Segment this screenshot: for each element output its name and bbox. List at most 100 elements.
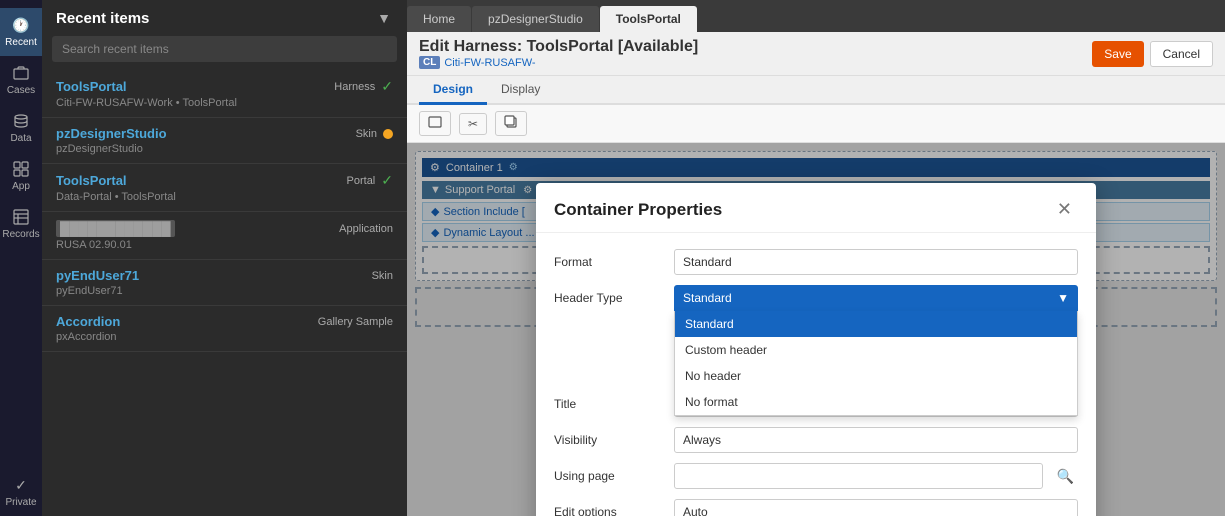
visibility-label: Visibility bbox=[554, 433, 664, 447]
header-type-row: Header Type Standard ▼ Standard Custom h… bbox=[554, 285, 1078, 311]
dropdown-arrow: ▼ bbox=[1057, 291, 1069, 305]
sidebar-item-label: Private bbox=[5, 497, 36, 508]
cl-badge: CL bbox=[419, 56, 440, 69]
edit-header: Edit Harness: ToolsPortal [Available] CL… bbox=[407, 32, 1225, 76]
save-button[interactable]: Save bbox=[1092, 41, 1143, 67]
modal-header: Container Properties ✕ bbox=[536, 183, 1096, 233]
recent-search-container bbox=[52, 36, 397, 62]
format-label: Format bbox=[554, 255, 664, 269]
status-icon: ✓ bbox=[381, 78, 393, 95]
sidebar-icons: 🕐 Recent Cases Data App Records ✓ Privat… bbox=[0, 0, 42, 516]
sidebar-item-app[interactable]: App bbox=[0, 152, 42, 200]
option-standard[interactable]: Standard bbox=[675, 311, 1077, 337]
list-item[interactable]: pyEndUser71 Skin pyEndUser71 bbox=[42, 260, 407, 306]
pin-button[interactable]: ▼ bbox=[373, 8, 395, 28]
toolbar-btn-copy[interactable] bbox=[495, 111, 527, 136]
item-sub: RUSA 02.90.01 bbox=[56, 239, 393, 251]
main-area: Home pzDesignerStudio ToolsPortal Edit H… bbox=[407, 0, 1225, 516]
recent-header: Recent items ▼ bbox=[42, 0, 407, 32]
header-type-value: Standard bbox=[683, 291, 732, 305]
option-no-header[interactable]: No header bbox=[675, 363, 1077, 389]
cancel-button[interactable]: Cancel bbox=[1150, 41, 1213, 67]
item-type: Skin bbox=[372, 270, 393, 282]
sidebar-item-private[interactable]: ✓ Private bbox=[0, 468, 42, 516]
format-select[interactable]: Standard Custom header No header No form… bbox=[674, 249, 1078, 275]
records-icon bbox=[12, 208, 30, 226]
header-type-label: Header Type bbox=[554, 291, 664, 305]
sidebar-item-cases[interactable]: Cases bbox=[0, 56, 42, 104]
edit-options-select-container: Auto Read only Editable bbox=[674, 499, 1078, 516]
container-properties-modal: Container Properties ✕ Format Standard C… bbox=[536, 183, 1096, 516]
canvas-area: ⚙ Container 1 ⚙ ▼ Support Portal ⚙ ◆ Sec… bbox=[407, 143, 1225, 516]
header-type-dropdown: Standard Custom header No header No form… bbox=[674, 311, 1078, 416]
recent-panel: Recent items ▼ ToolsPortal Harness ✓ Cit… bbox=[42, 0, 407, 516]
tab-design[interactable]: Design bbox=[419, 76, 487, 105]
visibility-row: Visibility Always Condition Never bbox=[554, 427, 1078, 453]
tab-bar: Home pzDesignerStudio ToolsPortal bbox=[407, 0, 1225, 32]
list-item[interactable]: ToolsPortal Portal ✓ Data-Portal • Tools… bbox=[42, 164, 407, 212]
title-label: Title bbox=[554, 397, 664, 411]
cases-icon bbox=[12, 64, 30, 82]
list-item[interactable]: pzDesignerStudio Skin pzDesignerStudio bbox=[42, 118, 407, 164]
item-type: Gallery Sample bbox=[318, 316, 393, 328]
item-type: Harness bbox=[334, 81, 375, 93]
tab-display[interactable]: Display bbox=[487, 76, 554, 105]
recent-title: Recent items bbox=[56, 10, 149, 27]
sidebar-item-label: Data bbox=[10, 133, 31, 144]
sidebar-item-label: App bbox=[12, 181, 30, 192]
item-type: Skin bbox=[356, 128, 377, 140]
design-toolbar: ✂ bbox=[407, 105, 1225, 143]
sidebar-item-label: Records bbox=[2, 229, 39, 240]
header-type-selected[interactable]: Standard ▼ bbox=[674, 285, 1078, 311]
recent-icon: 🕐 bbox=[12, 16, 30, 34]
list-item[interactable]: ████████████ Application RUSA 02.90.01 bbox=[42, 212, 407, 260]
edit-header-sub: CL Citi-FW-RUSAFW- bbox=[419, 56, 698, 69]
using-page-row: Using page 🔍 bbox=[554, 463, 1078, 489]
item-sub: pzDesignerStudio bbox=[56, 143, 393, 155]
list-item[interactable]: ToolsPortal Harness ✓ Citi-FW-RUSAFW-Wor… bbox=[42, 70, 407, 118]
format-select-container: Standard Custom header No header No form… bbox=[674, 249, 1078, 275]
tab-home[interactable]: Home bbox=[407, 6, 471, 32]
toolbar-btn-cut[interactable]: ✂ bbox=[459, 113, 487, 135]
edit-options-select[interactable]: Auto Read only Editable bbox=[674, 499, 1078, 516]
toolbar-btn-view[interactable] bbox=[419, 111, 451, 136]
status-dot bbox=[383, 129, 393, 139]
option-custom-header[interactable]: Custom header bbox=[675, 337, 1077, 363]
data-icon bbox=[12, 112, 30, 130]
modal-title: Container Properties bbox=[554, 200, 722, 220]
tab-toolsportal[interactable]: ToolsPortal bbox=[600, 6, 697, 32]
using-page-search-button[interactable]: 🔍 bbox=[1053, 466, 1078, 487]
search-input[interactable] bbox=[52, 36, 397, 62]
item-name: ToolsPortal bbox=[56, 79, 127, 94]
list-item[interactable]: Accordion Gallery Sample pxAccordion bbox=[42, 306, 407, 352]
private-icon: ✓ bbox=[12, 476, 30, 494]
item-name: ToolsPortal bbox=[56, 173, 127, 188]
status-icon: ✓ bbox=[381, 172, 393, 189]
using-page-label: Using page bbox=[554, 469, 664, 483]
sub-tabs: Design Display bbox=[407, 76, 1225, 105]
sidebar-item-label: Cases bbox=[7, 85, 35, 96]
sidebar-item-label: Recent bbox=[5, 37, 37, 48]
item-type: Application bbox=[339, 223, 393, 235]
edit-header-subtext: Citi-FW-RUSAFW- bbox=[444, 57, 535, 69]
modal-overlay: Container Properties ✕ Format Standard C… bbox=[407, 143, 1225, 516]
visibility-select-container: Always Condition Never bbox=[674, 427, 1078, 453]
item-sub: pxAccordion bbox=[56, 331, 393, 343]
sidebar-item-recent[interactable]: 🕐 Recent bbox=[0, 8, 42, 56]
format-row: Format Standard Custom header No header … bbox=[554, 249, 1078, 275]
sidebar-item-records[interactable]: Records bbox=[0, 200, 42, 248]
visibility-select[interactable]: Always Condition Never bbox=[674, 427, 1078, 453]
using-page-input[interactable] bbox=[674, 463, 1043, 489]
sidebar-item-data[interactable]: Data bbox=[0, 104, 42, 152]
edit-options-row: Edit options Auto Read only Editable bbox=[554, 499, 1078, 516]
item-sub: pyEndUser71 bbox=[56, 285, 393, 297]
option-no-format[interactable]: No format bbox=[675, 389, 1077, 415]
item-type: Portal bbox=[347, 175, 376, 187]
edit-harness-title: Edit Harness: ToolsPortal [Available] bbox=[419, 38, 698, 56]
modal-close-button[interactable]: ✕ bbox=[1051, 197, 1078, 222]
edit-options-label: Edit options bbox=[554, 505, 664, 516]
item-sub: Citi-FW-RUSAFW-Work • ToolsPortal bbox=[56, 97, 393, 109]
item-name: Accordion bbox=[56, 314, 120, 329]
tab-pzdesignerstudio[interactable]: pzDesignerStudio bbox=[472, 6, 599, 32]
item-name: pzDesignerStudio bbox=[56, 126, 167, 141]
